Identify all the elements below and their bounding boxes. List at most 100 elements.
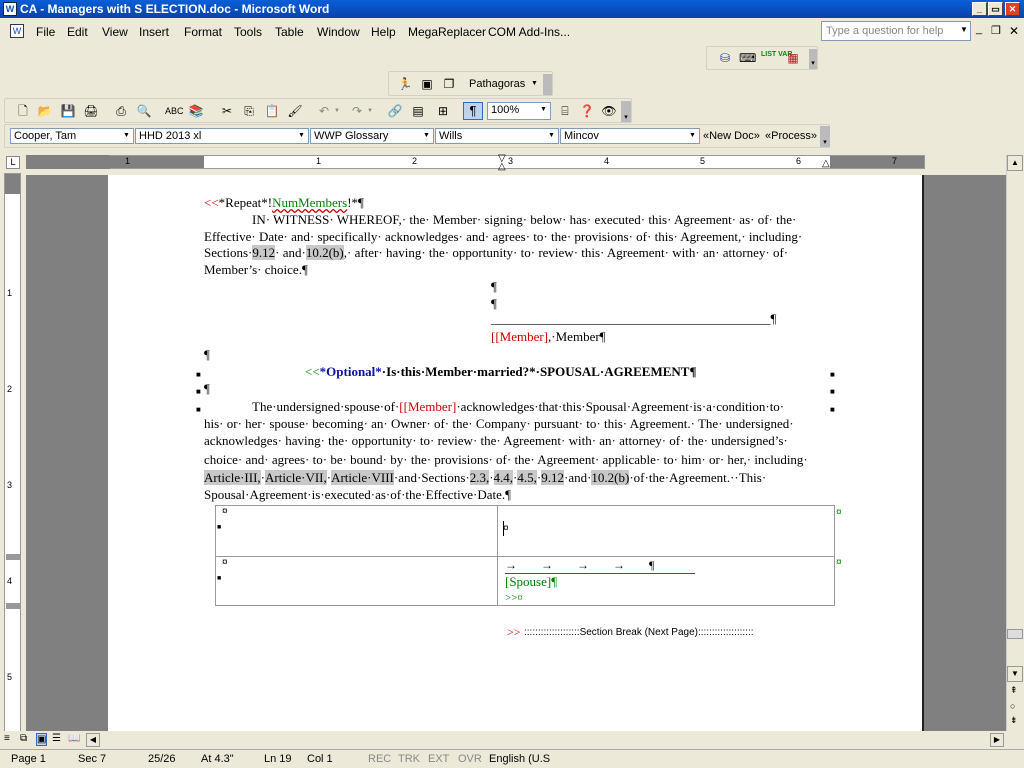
- library-combo[interactable]: Cooper, Tam ▼: [10, 128, 134, 144]
- menu-tools[interactable]: Tools: [234, 25, 262, 39]
- combo-dropdown-icon[interactable]: ▼: [421, 130, 432, 142]
- horizontal-ruler[interactable]: [110, 155, 925, 169]
- doc-restore-icon[interactable]: ❐: [991, 24, 1001, 37]
- close-button[interactable]: ✕: [1005, 2, 1020, 16]
- toolbar-grip[interactable]: [543, 74, 552, 95]
- help-icon[interactable]: ❓: [579, 103, 595, 119]
- menu-com-addins[interactable]: COM Add-Ins...: [488, 25, 570, 39]
- menu-insert[interactable]: Insert: [139, 25, 169, 39]
- menu-megareplacer[interactable]: MegaReplacer: [408, 25, 486, 39]
- ask-question-input[interactable]: Type a question for help: [821, 21, 971, 41]
- process-button[interactable]: «Process»: [765, 130, 817, 142]
- open-icon[interactable]: 📂: [37, 103, 53, 119]
- toolbar-options-icon[interactable]: ▾: [809, 49, 817, 69]
- vruler-number: 2: [7, 384, 13, 394]
- zoom-select[interactable]: 100% ▼: [487, 102, 551, 120]
- print-preview-icon[interactable]: 🔍: [136, 103, 152, 119]
- tables-borders-icon[interactable]: ▤: [410, 103, 426, 119]
- document-page[interactable]: ■ ■ ■ ■ ■ ■ <<*Repeat*!NumMembers!*¶ IN·…: [108, 175, 924, 731]
- document-icon[interactable]: W: [10, 24, 24, 38]
- research-icon[interactable]: 📚: [188, 103, 204, 119]
- spelling-icon[interactable]: ABC: [165, 103, 184, 119]
- pathagoras-dropdown-icon[interactable]: ▼: [531, 80, 538, 87]
- row-marker[interactable]: [6, 554, 20, 560]
- database-icon[interactable]: ⛁: [717, 50, 733, 66]
- doc-minimize-icon[interactable]: _: [976, 23, 982, 35]
- outline-view-icon[interactable]: ☰: [52, 733, 61, 744]
- toolbar-options-icon-3[interactable]: ▾: [820, 126, 830, 147]
- menu-edit[interactable]: Edit: [67, 25, 88, 39]
- status-rec[interactable]: REC: [368, 753, 391, 765]
- menu-window[interactable]: Window: [317, 25, 360, 39]
- paste-icon[interactable]: 📋: [264, 103, 280, 119]
- minimize-button[interactable]: _: [972, 2, 987, 16]
- show-formatting-icon[interactable]: ¶: [463, 102, 483, 120]
- horizontal-scrollbar[interactable]: ≡ ⧉ ▣ ☰ 📖 ◀ ▶: [0, 731, 1006, 748]
- keyboard-icon[interactable]: ⌨: [739, 50, 756, 66]
- web-layout-icon[interactable]: ⧉: [20, 733, 27, 744]
- ask-dropdown-icon[interactable]: ▼: [960, 25, 968, 34]
- normal-view-icon[interactable]: ≡: [4, 733, 10, 744]
- new-doc-button[interactable]: «New Doc»: [703, 130, 760, 142]
- indent-marker[interactable]: ▽ △: [498, 154, 510, 172]
- cut-icon[interactable]: ✂: [219, 103, 235, 119]
- grid-icon[interactable]: ▦: [785, 50, 801, 66]
- wills-combo[interactable]: Wills ▼: [435, 128, 559, 144]
- print-icon[interactable]: ⎙: [113, 103, 129, 119]
- signature-table[interactable]: ¤ ■ ¤ ¤ ■ → → → → ¶ [Spouse]¶ >>¤: [215, 505, 835, 606]
- row-marker[interactable]: [6, 603, 20, 609]
- pathagoras-menu[interactable]: Pathagoras: [469, 78, 525, 90]
- reading-mode-icon[interactable]: ⌸: [557, 103, 573, 119]
- right-indent-marker[interactable]: △: [822, 158, 830, 169]
- new-icon[interactable]: 🗋: [15, 103, 31, 119]
- status-trk[interactable]: TRK: [398, 753, 420, 765]
- scroll-left-icon[interactable]: ◀: [86, 733, 100, 747]
- menu-file[interactable]: File: [36, 25, 55, 39]
- scroll-right-icon[interactable]: ▶: [990, 733, 1004, 747]
- next-page-icon[interactable]: ⇟: [1010, 715, 1018, 726]
- toolbar-options-icon-2[interactable]: ▾: [621, 101, 631, 122]
- combo-dropdown-icon[interactable]: ▼: [121, 130, 132, 142]
- folder-combo[interactable]: HHD 2013 xl ▼: [135, 128, 309, 144]
- doc-close-icon[interactable]: ✕: [1009, 24, 1019, 38]
- undo-icon[interactable]: ↶: [316, 103, 332, 119]
- redo-dropdown-icon[interactable]: ▼: [367, 108, 373, 114]
- redo-icon[interactable]: ↷: [349, 103, 365, 119]
- combo-dropdown-icon[interactable]: ▼: [546, 130, 557, 142]
- copy-icon[interactable]: ⎘: [241, 103, 257, 119]
- save-icon[interactable]: 💾: [60, 103, 76, 119]
- client-combo[interactable]: Mincov ▼: [560, 128, 700, 144]
- reading-layout-icon[interactable]: 📖: [68, 733, 80, 744]
- scroll-thumb[interactable]: [1007, 629, 1023, 639]
- vertical-ruler[interactable]: [4, 173, 21, 733]
- status-ext[interactable]: EXT: [428, 753, 449, 765]
- running-man-icon[interactable]: 🏃: [397, 76, 413, 92]
- status-ovr[interactable]: OVR: [458, 753, 482, 765]
- word-icon[interactable]: W: [3, 2, 17, 16]
- vertical-scrollbar[interactable]: ▲ ▼ ⇞ ○ ⇟: [1006, 155, 1023, 731]
- zoom-dropdown-icon[interactable]: ▼: [538, 104, 549, 116]
- combo-dropdown-icon[interactable]: ▼: [296, 130, 307, 142]
- binoculars-icon[interactable]: 👁: [601, 103, 617, 119]
- scroll-down-icon[interactable]: ▼: [1007, 666, 1023, 682]
- maximize-button[interactable]: ▭: [988, 2, 1003, 16]
- save-db-icon[interactable]: ▣: [419, 76, 435, 92]
- menu-table[interactable]: Table: [275, 25, 304, 39]
- tab-selector[interactable]: L: [6, 156, 20, 169]
- previous-page-icon[interactable]: ⇞: [1010, 685, 1018, 696]
- print-layout-icon[interactable]: ▣: [36, 733, 48, 746]
- menu-format[interactable]: Format: [184, 25, 222, 39]
- menu-view[interactable]: View: [102, 25, 128, 39]
- permission-icon[interactable]: 🖨: [83, 103, 99, 119]
- documents-icon[interactable]: ❐: [441, 76, 457, 92]
- menu-help[interactable]: Help: [371, 25, 396, 39]
- format-painter-icon[interactable]: 🖌: [287, 103, 303, 119]
- combo-dropdown-icon[interactable]: ▼: [687, 130, 698, 142]
- select-browse-object-icon[interactable]: ○: [1010, 701, 1015, 711]
- scroll-up-icon[interactable]: ▲: [1007, 155, 1023, 171]
- glossary-combo[interactable]: WWP Glossary ▼: [310, 128, 434, 144]
- status-language[interactable]: English (U.S: [489, 753, 550, 765]
- insert-hyperlink-icon[interactable]: 🔗: [387, 103, 403, 119]
- insert-excel-icon[interactable]: ⊞: [435, 103, 451, 119]
- undo-dropdown-icon[interactable]: ▼: [334, 108, 340, 114]
